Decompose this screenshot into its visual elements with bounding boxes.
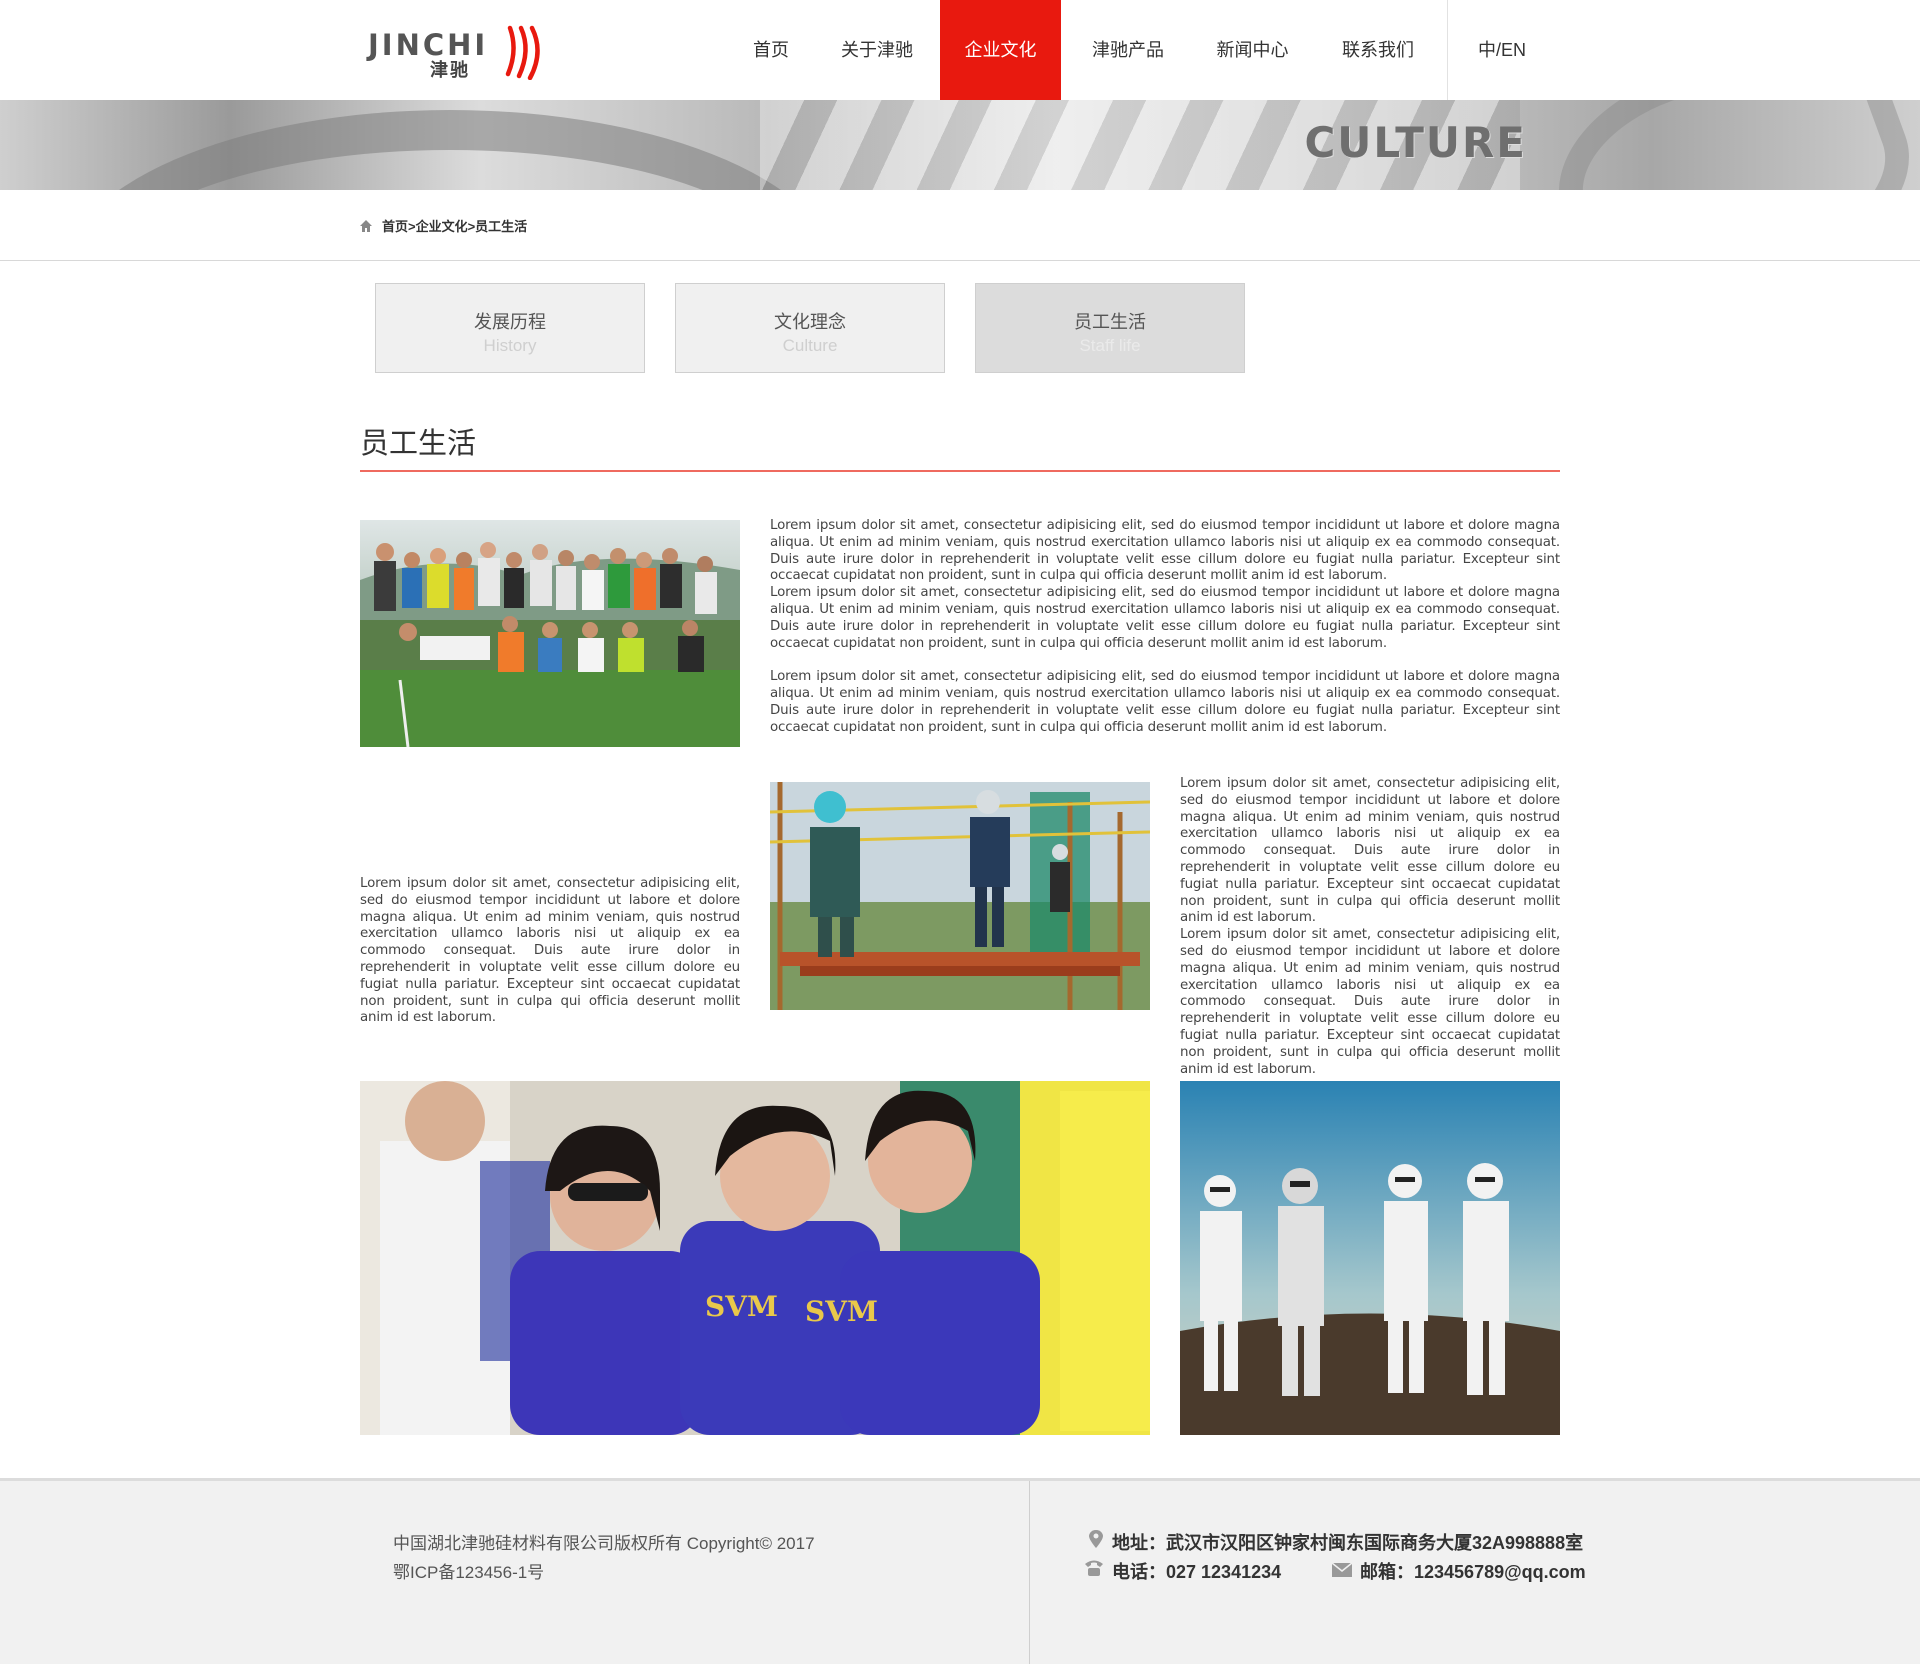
tab-culture[interactable]: 文化理念 Culture xyxy=(675,283,945,373)
footer-divider xyxy=(1029,1481,1030,1664)
location-icon xyxy=(1089,1530,1103,1548)
tab-label-en: History xyxy=(483,336,537,355)
shirt-print: SVM xyxy=(805,1295,878,1328)
nav-item-about[interactable]: 关于津驰 xyxy=(832,0,922,100)
nav-divider xyxy=(1447,0,1448,100)
nav-item-home[interactable]: 首页 xyxy=(740,0,802,100)
nav-item-culture[interactable]: 企业文化 xyxy=(940,0,1061,100)
tab-label-cn: 文化理念 xyxy=(774,312,846,332)
copyright-text: 中国湖北津驰硅材料有限公司版权所有 Copyright© 2017 xyxy=(393,1534,815,1553)
text-block-2-left: Lorem ipsum dolor sit amet, consectetur … xyxy=(360,876,740,1027)
photo-stormtroopers xyxy=(1180,1081,1560,1435)
paragraph: Lorem ipsum dolor sit amet, consectetur … xyxy=(770,518,1560,584)
paragraph: Lorem ipsum dolor sit amet, consectetur … xyxy=(360,876,740,1026)
email-icon xyxy=(1332,1562,1352,1577)
breadcrumb-bar: 首页>企业文化>员工生活 xyxy=(0,190,1920,261)
site-footer: 中国湖北津驰硅材料有限公司版权所有 Copyright© 2017 鄂ICP备1… xyxy=(0,1478,1920,1664)
logo[interactable]: JINCHI 津驰 xyxy=(368,24,543,80)
photo-ropes-course xyxy=(770,782,1150,1010)
banner-title: CULTURE xyxy=(1304,118,1527,167)
photo-smiling-friends: SVM SVM xyxy=(360,1081,1150,1435)
text-block-2-right: Lorem ipsum dolor sit amet, consectetur … xyxy=(1180,776,1560,1078)
email-text[interactable]: 邮箱：123456789@qq.com xyxy=(1360,1558,1586,1584)
tab-label-en: Culture xyxy=(782,336,838,355)
phone-text: 电话：027 12341234 xyxy=(1112,1562,1282,1582)
logo-mark-icon xyxy=(505,25,540,80)
section-title: 员工生活 xyxy=(360,428,477,460)
paragraph: Lorem ipsum dolor sit amet, consectetur … xyxy=(770,585,1560,651)
tab-label-en: Staff life xyxy=(1079,336,1141,355)
tab-staff-life[interactable]: 员工生活 Staff life xyxy=(975,283,1245,373)
breadcrumb-text[interactable]: 首页>企业文化>员工生活 xyxy=(382,219,527,234)
section-divider xyxy=(360,470,1560,472)
paragraph: Lorem ipsum dolor sit amet, consectetur … xyxy=(770,669,1560,735)
nav-item-contact[interactable]: 联系我们 xyxy=(1330,0,1426,100)
phone-icon xyxy=(1085,1560,1103,1576)
home-icon[interactable] xyxy=(360,220,372,232)
paragraph: Lorem ipsum dolor sit amet, consectetur … xyxy=(1180,927,1560,1077)
breadcrumb: 首页>企业文化>员工生活 xyxy=(360,216,527,235)
icp-number[interactable]: 鄂ICP备123456-1号 xyxy=(393,1558,544,1583)
tab-label-cn: 发展历程 xyxy=(474,312,546,332)
shirt-print: SVM xyxy=(705,1290,778,1323)
nav-item-news[interactable]: 新闻中心 xyxy=(1205,0,1300,100)
address-text: 地址：武汉市汉阳区钟家村闽东国际商务大厦32A998888室 xyxy=(1112,1533,1584,1553)
language-switch[interactable]: 中/EN xyxy=(1467,0,1537,100)
tab-history[interactable]: 发展历程 History xyxy=(375,283,645,373)
text-block-1: Lorem ipsum dolor sit amet, consectetur … xyxy=(770,518,1560,736)
page-banner: CULTURE xyxy=(0,100,1920,190)
logo-text-cn: 津驰 xyxy=(430,60,470,80)
logo-text-en: JINCHI xyxy=(368,28,489,62)
nav-item-products[interactable]: 津驰产品 xyxy=(1081,0,1175,100)
photo-team-group xyxy=(360,520,740,747)
tab-label-cn: 员工生活 xyxy=(1074,312,1146,332)
paragraph: Lorem ipsum dolor sit amet, consectetur … xyxy=(1180,776,1560,926)
site-header: JINCHI 津驰 首页 关于津驰 企业文化 津驰产品 新闻中心 联系我们 中/… xyxy=(0,0,1920,100)
